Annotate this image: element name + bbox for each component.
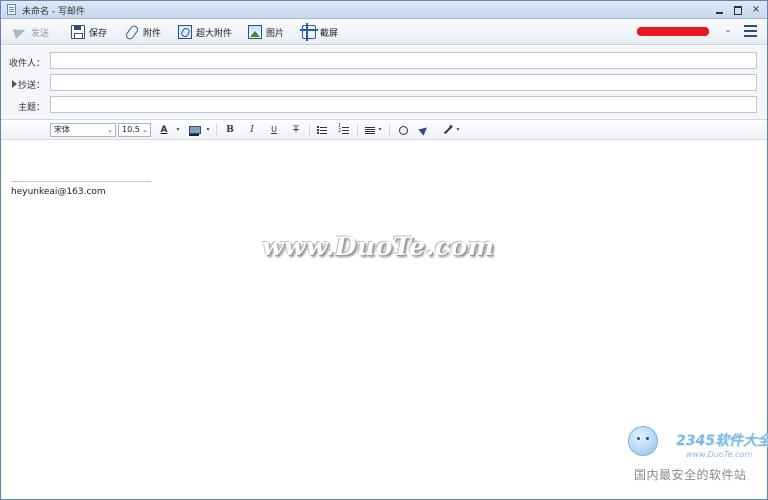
chevron-down-icon[interactable]: ⌄ xyxy=(723,25,733,37)
cc-label: 抄送： xyxy=(17,81,45,91)
strikethrough-button[interactable]: T xyxy=(289,123,303,137)
menu-icon[interactable] xyxy=(744,25,757,37)
crop-icon xyxy=(300,23,318,41)
save-icon xyxy=(71,25,85,39)
font-size-select[interactable]: 10.5 ⌄ xyxy=(118,123,151,137)
bold-button[interactable]: B xyxy=(223,123,237,137)
font-color-icon[interactable]: A xyxy=(157,123,171,137)
magic-wand-dropdown[interactable]: ▾ xyxy=(455,123,461,137)
mascot-logo xyxy=(628,426,658,456)
image-icon xyxy=(248,25,262,39)
background-color-icon[interactable] xyxy=(187,123,201,137)
italic-button[interactable]: I xyxy=(245,123,259,137)
close-button[interactable]: × xyxy=(749,3,763,17)
send-button[interactable]: 发送 xyxy=(13,23,49,41)
subject-label: 主题： xyxy=(17,103,45,113)
font-family-value: 宋体 xyxy=(54,125,70,134)
background-color-dropdown[interactable]: ▾ xyxy=(205,123,211,137)
big-attach-label: 超大附件 xyxy=(196,28,233,39)
screenshot-button[interactable]: 截屏 xyxy=(300,23,339,41)
align-icon[interactable] xyxy=(363,123,377,137)
cc-field[interactable] xyxy=(50,74,757,91)
toolbar-divider xyxy=(309,124,310,136)
account-selector[interactable] xyxy=(637,27,709,36)
font-size-value: 10.5 xyxy=(122,125,140,134)
format-toolbar: 宋体 ⌄ 10.5 ⌄ A ▾ ▾ B I U T ▾ ▾ xyxy=(1,120,767,140)
toolbar-divider xyxy=(357,124,358,136)
signature-text: heyunkeai@163.com xyxy=(11,187,106,197)
magic-wand-icon[interactable] xyxy=(441,120,455,137)
title-bar[interactable]: 未命名 - 写邮件 × xyxy=(1,1,767,19)
to-row: 收件人： xyxy=(1,52,767,72)
minimize-button[interactable] xyxy=(713,3,727,17)
attach-label: 附件 xyxy=(143,28,162,39)
underline-button[interactable]: U xyxy=(267,123,281,137)
chevron-down-icon: ⌄ xyxy=(142,126,148,134)
main-toolbar: 发送 保存 附件 超大附件 图片 截屏 ⌄ xyxy=(1,19,767,45)
large-attachment-icon xyxy=(178,25,192,39)
watermark-site-url: www.DuoTe.com xyxy=(686,450,753,459)
send-icon xyxy=(13,25,27,39)
screenshot-label: 截屏 xyxy=(320,28,339,39)
subject-row: 主题： xyxy=(1,96,767,116)
attach-button[interactable]: 附件 xyxy=(125,23,161,41)
big-attach-button[interactable]: 超大附件 xyxy=(178,23,232,41)
save-button[interactable]: 保存 xyxy=(71,23,107,41)
maximize-button[interactable] xyxy=(731,3,745,17)
save-label: 保存 xyxy=(89,28,108,39)
toolbar-divider xyxy=(389,124,390,136)
window-title: 未命名 - 写邮件 xyxy=(22,7,85,17)
font-family-select[interactable]: 宋体 ⌄ xyxy=(50,123,116,137)
cc-row: 抄送： xyxy=(1,74,767,94)
to-label: 收件人： xyxy=(9,59,46,69)
header-fields: 收件人： 抄送： 主题： xyxy=(1,46,767,120)
to-field[interactable] xyxy=(50,52,757,69)
signature-divider xyxy=(11,181,151,182)
align-dropdown[interactable]: ▾ xyxy=(377,123,383,137)
image-label: 图片 xyxy=(266,28,285,39)
send-label: 发送 xyxy=(31,28,50,39)
bullet-list-icon[interactable] xyxy=(315,123,329,137)
numbered-list-icon[interactable] xyxy=(337,123,351,137)
watermark-slogan: 国内最安全的软件站 xyxy=(634,468,747,482)
watermark-text: www.DuoTe.com xyxy=(262,232,495,261)
font-color-dropdown[interactable]: ▾ xyxy=(175,123,181,137)
corner-watermark: 2345软件大全 www.DuoTe.com 国内最安全的软件站 xyxy=(626,420,768,486)
paperclip-icon xyxy=(125,25,139,39)
document-icon xyxy=(7,4,16,15)
chevron-down-icon: ⌄ xyxy=(107,126,113,134)
watermark-site-name: 2345软件大全 xyxy=(676,433,768,449)
emoji-icon[interactable] xyxy=(396,123,410,137)
format-painter-icon[interactable] xyxy=(417,123,431,137)
image-button[interactable]: 图片 xyxy=(248,23,284,41)
subject-field[interactable] xyxy=(50,96,757,113)
toolbar-divider xyxy=(216,124,217,136)
